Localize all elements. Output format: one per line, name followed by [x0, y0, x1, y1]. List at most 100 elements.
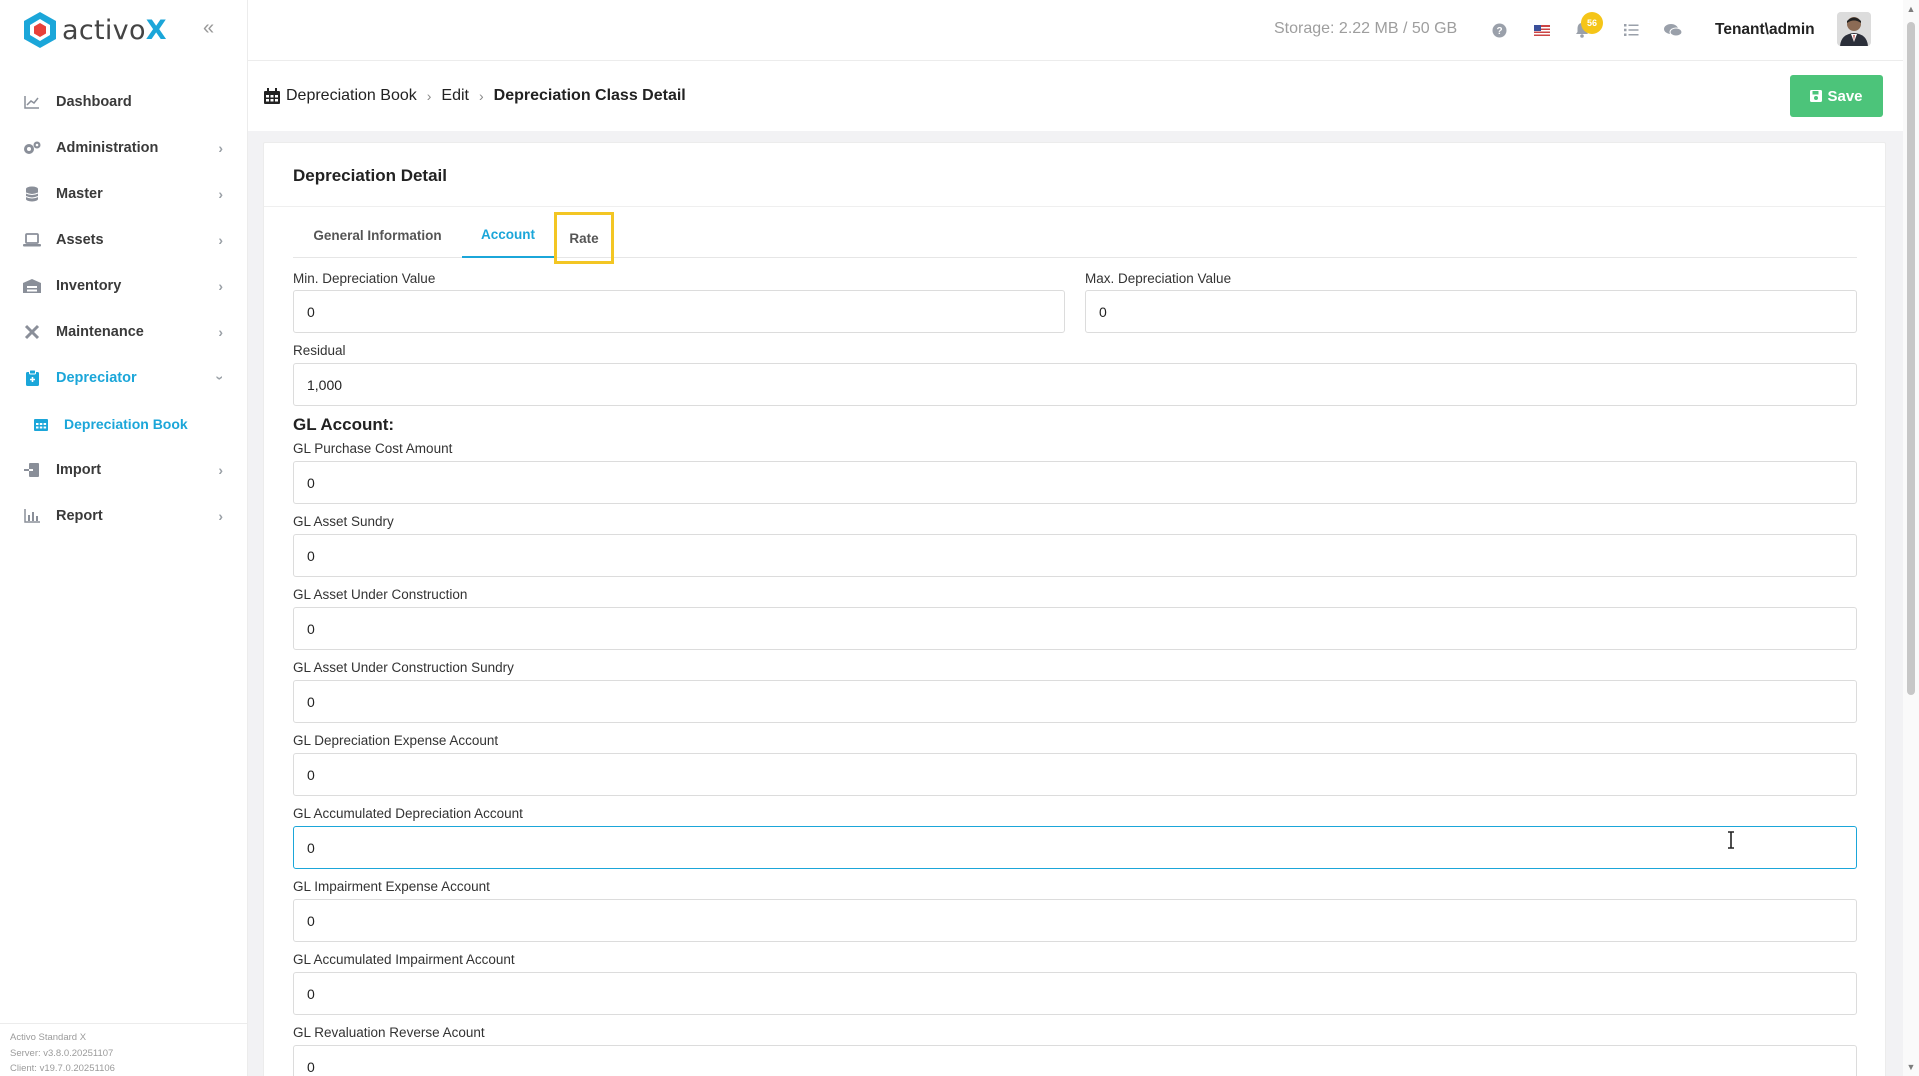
chevron-right-icon: › — [426, 88, 432, 104]
gl-impairment-expense-label: GL Impairment Expense Account — [293, 879, 490, 894]
sidebar-item-master[interactable]: Master › — [0, 171, 247, 217]
residual-input[interactable] — [293, 363, 1857, 406]
sidebar-item-maintenance[interactable]: Maintenance › — [0, 309, 247, 355]
chart-line-icon — [22, 92, 42, 112]
chevron-right-icon: › — [218, 462, 223, 478]
sidebar-item-label: Inventory — [56, 278, 122, 294]
depreciation-detail-card: Depreciation Detail General Information … — [263, 142, 1886, 1076]
sidebar-item-inventory[interactable]: Inventory › — [0, 263, 247, 309]
tab-account[interactable]: Account — [462, 213, 554, 258]
version-info: Activo Standard X Server: v3.8.0.2025110… — [0, 1023, 248, 1076]
server-version: Server: v3.8.0.20251107 — [10, 1047, 114, 1059]
tab-bar: General Information Account Rate — [293, 212, 1857, 264]
gl-accumulated-impairment-input[interactable] — [293, 972, 1857, 1015]
divider — [264, 206, 1885, 207]
max-depreciation-input[interactable] — [1085, 290, 1857, 333]
database-icon — [22, 184, 42, 204]
top-bar: Storage: 2.22 MB / 50 GB ? 56 Tenant\adm… — [248, 0, 1903, 61]
sidebar-item-label: Report — [56, 508, 103, 524]
gl-purchase-cost-input[interactable] — [293, 461, 1857, 504]
logo-text: activoX — [62, 14, 167, 46]
chevron-right-icon: › — [218, 232, 223, 248]
gl-asset-sundry-label: GL Asset Sundry — [293, 514, 394, 529]
sidebar-item-report[interactable]: Report › — [0, 493, 247, 539]
gl-asset-under-construction-input[interactable] — [293, 607, 1857, 650]
card-title: Depreciation Detail — [293, 166, 447, 185]
gl-account-heading: GL Account: — [293, 415, 395, 434]
sidebar-subitem-label: Depreciation Book — [64, 416, 188, 432]
sidebar-item-assets[interactable]: Assets › — [0, 217, 247, 263]
clipboard-icon — [22, 368, 42, 388]
gl-impairment-expense-input[interactable] — [293, 899, 1857, 942]
gl-depreciation-expense-input[interactable] — [293, 753, 1857, 796]
user-name[interactable]: Tenant\admin — [1715, 21, 1815, 39]
gl-accumulated-depreciation-input[interactable] — [293, 826, 1857, 869]
list-icon[interactable] — [1621, 20, 1641, 40]
sidebar-item-label: Master — [56, 186, 103, 202]
tab-rate[interactable]: Rate — [554, 212, 614, 264]
calendar-icon — [32, 415, 50, 433]
gl-revaluation-reverse-label: GL Revaluation Reverse Acount — [293, 1025, 485, 1040]
calendar-icon — [264, 88, 280, 104]
min-depreciation-input[interactable] — [293, 290, 1065, 333]
sidebar-item-depreciator[interactable]: Depreciator › — [0, 355, 247, 401]
scroll-thumb[interactable] — [1907, 22, 1915, 695]
product-name: Activo Standard X — [10, 1032, 87, 1043]
page-scrollbar[interactable]: ▲ ▼ — [1903, 0, 1919, 1076]
save-label: Save — [1827, 87, 1863, 105]
breadcrumb-current: Depreciation Class Detail — [493, 87, 686, 104]
gl-auc-sundry-label: GL Asset Under Construction Sundry — [293, 660, 514, 675]
cogs-icon — [22, 138, 42, 158]
chevron-right-icon: › — [218, 186, 223, 202]
sidebar-item-import[interactable]: Import › — [0, 447, 247, 493]
chevron-right-icon: › — [479, 88, 484, 104]
chevron-right-icon: › — [218, 508, 223, 524]
chat-icon[interactable] — [1663, 20, 1683, 40]
scroll-down-arrow-icon[interactable]: ▼ — [1906, 1062, 1916, 1072]
chevron-down-icon: › — [212, 375, 229, 381]
sidebar-subitem-depreciation-book[interactable]: Depreciation Book — [0, 401, 247, 447]
min-depreciation-label: Min. Depreciation Value — [293, 271, 436, 286]
help-icon[interactable]: ? — [1489, 20, 1509, 40]
collapse-sidebar-icon[interactable]: « — [203, 18, 223, 38]
client-version: Client: v19.7.0.20251106 — [10, 1063, 115, 1074]
gl-revaluation-reverse-input[interactable] — [293, 1045, 1857, 1076]
gl-depreciation-expense-label: GL Depreciation Expense Account — [293, 733, 499, 748]
gl-auc-sundry-input[interactable] — [293, 680, 1857, 723]
scroll-up-arrow-icon[interactable]: ▲ — [1906, 4, 1916, 14]
sidebar-item-label: Dashboard — [56, 94, 132, 110]
file-import-icon — [22, 460, 42, 480]
svg-text:?: ? — [1496, 26, 1502, 37]
storage-usage: Storage: 2.22 MB / 50 GB — [1274, 20, 1458, 37]
sidebar-item-label: Depreciator — [56, 370, 137, 386]
sidebar-item-label: Administration — [56, 140, 159, 156]
gl-asset-sundry-input[interactable] — [293, 534, 1857, 577]
chevron-right-icon: › — [218, 140, 223, 156]
gl-accumulated-depreciation-label: GL Accumulated Depreciation Account — [293, 806, 523, 821]
save-button[interactable]: Save — [1790, 75, 1883, 117]
page-header: Depreciation Book › Edit › Depreciation … — [248, 61, 1903, 131]
sidebar-item-administration[interactable]: Administration › — [0, 125, 247, 171]
activo-logo-icon — [24, 12, 56, 48]
sidebar-item-label: Import — [56, 462, 102, 478]
tools-icon — [22, 322, 42, 342]
sidebar-item-label: Assets — [56, 232, 104, 248]
sidebar: activoX « Dashboard Administration › Mas… — [0, 0, 248, 1076]
text-cursor-icon — [1728, 831, 1734, 849]
bar-chart-icon — [22, 506, 42, 526]
sidebar-menu: Dashboard Administration › Master › Asse… — [0, 79, 247, 539]
breadcrumb-depreciation-book[interactable]: Depreciation Book — [286, 87, 417, 105]
logo[interactable]: activoX « — [0, 0, 247, 60]
avatar[interactable] — [1837, 12, 1871, 46]
residual-label: Residual — [293, 343, 346, 358]
notification-badge: 56 — [1581, 12, 1603, 34]
gl-purchase-cost-label: GL Purchase Cost Amount — [293, 441, 453, 456]
tab-general-information[interactable]: General Information — [293, 213, 462, 258]
chevron-right-icon: › — [218, 324, 223, 340]
warehouse-icon — [22, 276, 42, 296]
max-depreciation-label: Max. Depreciation Value — [1085, 271, 1232, 286]
us-flag-icon[interactable] — [1532, 20, 1552, 40]
sidebar-item-dashboard[interactable]: Dashboard — [0, 79, 247, 125]
breadcrumb-edit[interactable]: Edit — [441, 87, 469, 105]
chevron-right-icon: › — [218, 278, 223, 294]
